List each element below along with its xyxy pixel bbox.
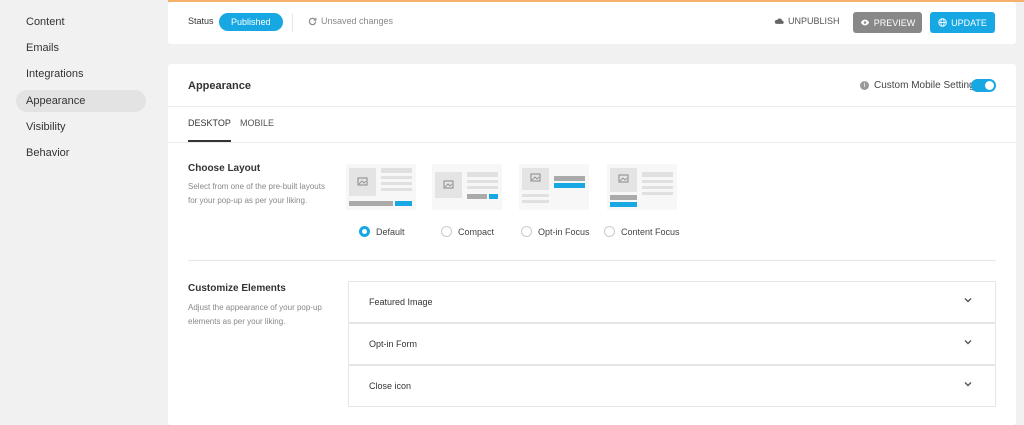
layout-option-content-focus-label: Content Focus — [621, 226, 680, 237]
panel-title: Appearance — [188, 80, 251, 92]
section-separator — [188, 260, 996, 261]
sidebar-item-emails[interactable]: Emails — [16, 37, 146, 59]
sidebar-item-appearance[interactable]: Appearance — [16, 90, 146, 112]
radio-optin-focus[interactable] — [521, 226, 532, 237]
status-bar: Status Published Unsaved changes UNPUBLI… — [168, 2, 1016, 44]
choose-layout-title: Choose Layout — [188, 163, 261, 174]
cloud-icon — [774, 18, 784, 24]
layout-thumb-content-focus[interactable] — [607, 164, 677, 210]
appearance-panel: Appearance i Custom Mobile Settings DESK… — [168, 64, 1016, 425]
accordion-featured-image-label: Featured Image — [369, 297, 433, 307]
layout-default-preview — [349, 168, 412, 206]
layout-content-preview — [610, 168, 673, 207]
accordion-close-icon-label: Close icon — [369, 381, 412, 391]
layout-option-optin-focus-label: Opt-in Focus — [538, 226, 590, 237]
unsaved-changes: Unsaved changes — [308, 16, 393, 26]
status-badge[interactable]: Published — [219, 13, 283, 31]
layout-option-default[interactable]: Default — [359, 226, 405, 237]
choose-layout-description: Select from one of the pre-built layouts… — [188, 182, 325, 205]
layout-option-optin-focus[interactable]: Opt-in Focus — [521, 226, 590, 237]
layout-thumb-default[interactable] — [346, 164, 416, 210]
layout-optin-preview — [522, 168, 585, 203]
tab-desktop[interactable]: DESKTOP — [188, 118, 231, 142]
layout-option-compact-label: Compact — [458, 226, 495, 237]
radio-default[interactable] — [359, 226, 370, 237]
sidebar: Content Emails Integrations Appearance V… — [0, 0, 168, 425]
info-icon[interactable]: i — [860, 81, 869, 90]
customize-elements-description: Adjust the appearance of your pop-up ele… — [188, 303, 322, 326]
update-label: UPDATE — [951, 17, 987, 28]
chevron-down-icon[interactable] — [963, 295, 973, 305]
custom-mobile-settings: i Custom Mobile Settings — [860, 80, 980, 91]
unpublish-label: UNPUBLISH — [788, 16, 840, 26]
unsaved-changes-text: Unsaved changes — [321, 16, 394, 26]
sidebar-item-visibility[interactable]: Visibility — [16, 116, 146, 138]
customize-elements-title: Customize Elements — [188, 283, 286, 294]
unpublish-button[interactable]: UNPUBLISH — [774, 16, 840, 26]
eye-icon — [860, 19, 869, 26]
update-button[interactable]: UPDATE — [930, 12, 995, 33]
preview-button[interactable]: PREVIEW — [853, 12, 922, 33]
sidebar-item-integrations[interactable]: Integrations — [16, 63, 146, 85]
layout-thumb-optin-focus[interactable] — [519, 164, 589, 210]
chevron-down-icon[interactable] — [963, 379, 973, 389]
accordion-close-icon[interactable]: Close icon — [348, 365, 996, 407]
accordion-optin-form-label: Opt-in Form — [369, 339, 418, 349]
tab-mobile[interactable]: MOBILE — [240, 118, 274, 142]
tabs-divider — [168, 142, 1016, 143]
sidebar-item-behavior[interactable]: Behavior — [16, 142, 146, 164]
layout-compact-preview — [435, 172, 498, 199]
accordion-optin-form[interactable]: Opt-in Form — [348, 323, 996, 365]
layout-option-default-label: Default — [376, 226, 405, 237]
radio-compact[interactable] — [441, 226, 452, 237]
custom-mobile-label: Custom Mobile Settings — [874, 80, 980, 91]
radio-content-focus[interactable] — [604, 226, 615, 237]
status-divider — [292, 14, 293, 32]
panel-header-divider — [168, 106, 1016, 107]
layout-thumb-compact[interactable] — [432, 164, 502, 210]
layout-option-content-focus[interactable]: Content Focus — [604, 226, 680, 237]
refresh-icon — [308, 17, 317, 25]
globe-icon — [938, 18, 947, 27]
layout-option-compact[interactable]: Compact — [441, 226, 494, 237]
custom-mobile-toggle[interactable] — [971, 79, 996, 92]
preview-label: PREVIEW — [873, 17, 916, 28]
accordion-featured-image[interactable]: Featured Image — [348, 281, 996, 323]
chevron-down-icon[interactable] — [963, 337, 973, 347]
status-label: Status — [188, 16, 214, 26]
sidebar-item-content[interactable]: Content — [16, 11, 146, 33]
